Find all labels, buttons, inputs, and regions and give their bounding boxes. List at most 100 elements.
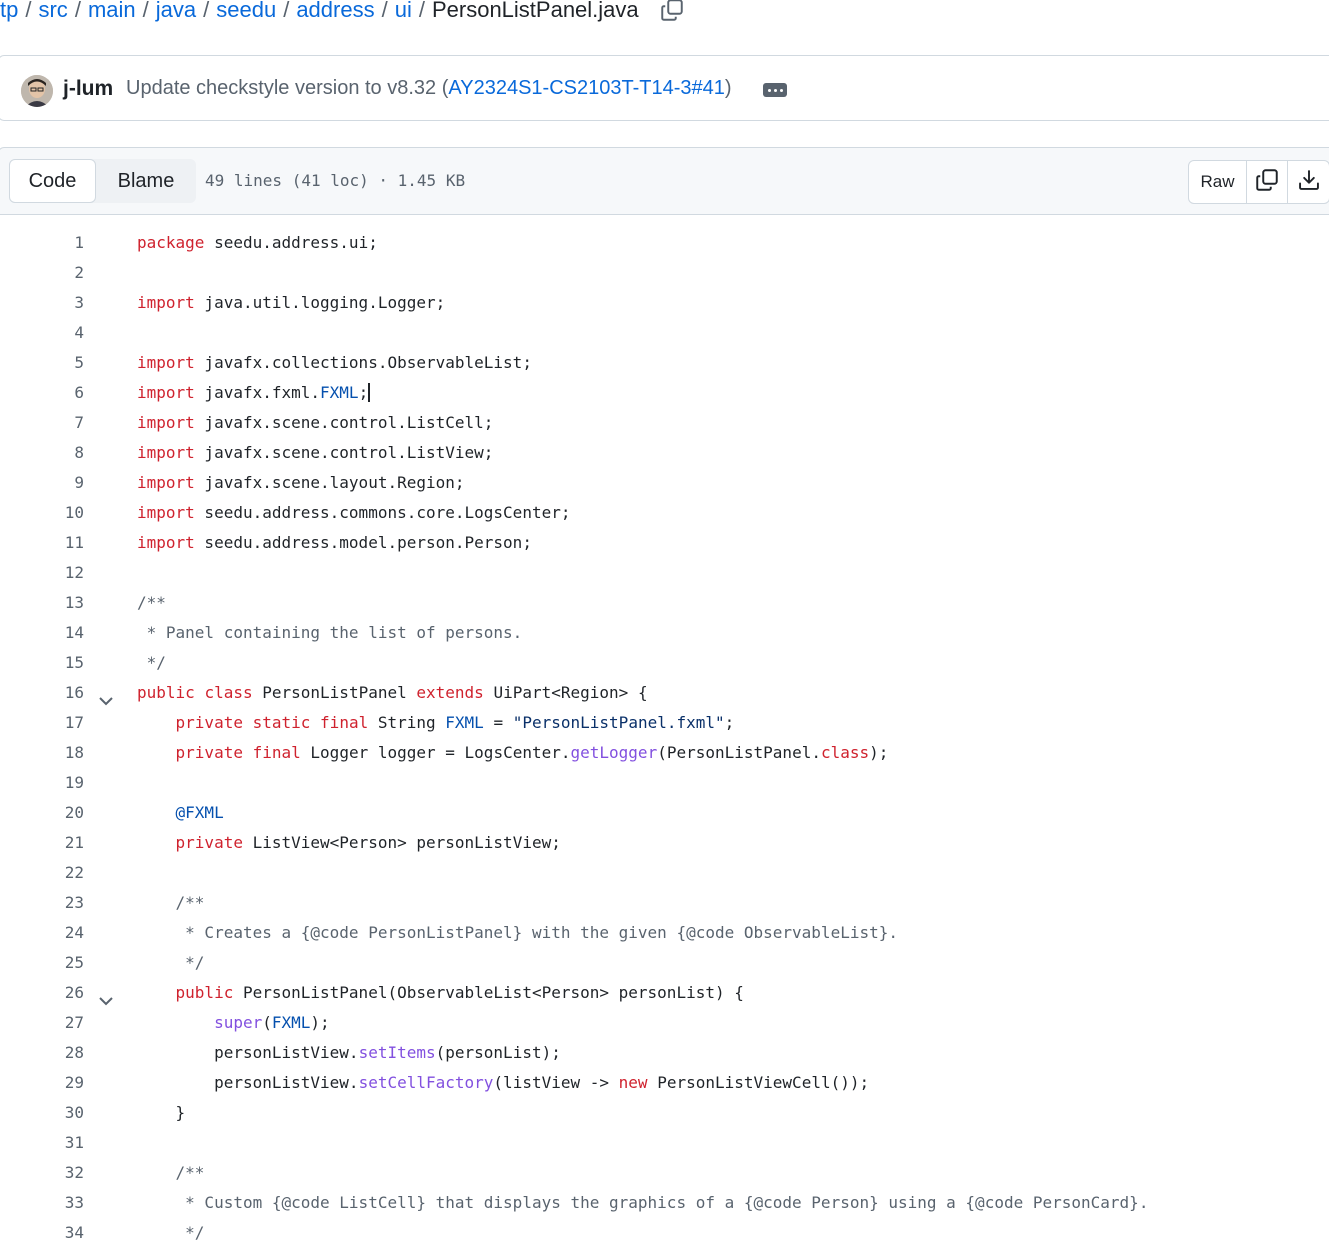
code-line: 12 <box>0 558 1329 588</box>
code-line: 11 import seedu.address.model.person.Pers… <box>0 528 1329 558</box>
line-number[interactable]: 18 <box>0 738 84 768</box>
copy-icon <box>1255 168 1279 197</box>
line-number[interactable]: 28 <box>0 1038 84 1068</box>
tab-code[interactable]: Code <box>9 159 96 203</box>
code-line: 9 import javafx.scene.layout.Region; <box>0 468 1329 498</box>
breadcrumb-separator: / <box>381 0 388 22</box>
commit-message-end: ) <box>724 77 732 99</box>
line-number[interactable]: 3 <box>0 288 84 318</box>
line-code: * Panel containing the list of persons. <box>137 623 523 642</box>
code-line: 23 /** <box>0 888 1329 918</box>
code-line: 22 <box>0 858 1329 888</box>
view-mode-toggle: Code Blame <box>9 159 196 203</box>
line-code: private ListView<Person> personListView; <box>175 833 561 852</box>
chevron-down-icon[interactable] <box>98 987 114 1006</box>
chevron-down-icon[interactable] <box>98 687 114 706</box>
line-number[interactable]: 29 <box>0 1068 84 1098</box>
breadcrumb-link-java[interactable]: java <box>156 0 196 22</box>
line-number[interactable]: 20 <box>0 798 84 828</box>
line-code: import seedu.address.model.person.Person… <box>137 533 532 552</box>
line-number[interactable]: 9 <box>0 468 84 498</box>
line-number[interactable]: 12 <box>0 558 84 588</box>
line-number[interactable]: 6 <box>0 378 84 408</box>
code-line: 19 <box>0 768 1329 798</box>
line-number[interactable]: 27 <box>0 1008 84 1038</box>
line-number[interactable]: 11 <box>0 528 84 558</box>
code-line: 17 private static final String FXML = "P… <box>0 708 1329 738</box>
line-number[interactable]: 14 <box>0 618 84 648</box>
latest-commit-bar: j-lum Update checkstyle version to v8.32… <box>0 55 1329 121</box>
line-number[interactable]: 31 <box>0 1128 84 1158</box>
line-number[interactable]: 8 <box>0 438 84 468</box>
code-view[interactable]: 1 package seedu.address.ui; 2 3 import java.… <box>0 228 1329 1248</box>
line-code: import javafx.fxml.FXML; <box>137 383 371 402</box>
code-line: 31 <box>0 1128 1329 1158</box>
code-line: 27 super(FXML); <box>0 1008 1329 1038</box>
tab-blame[interactable]: Blame <box>96 159 196 203</box>
copy-path-icon[interactable] <box>659 0 685 23</box>
download-button[interactable] <box>1287 161 1329 203</box>
line-number[interactable]: 22 <box>0 858 84 888</box>
raw-button[interactable]: Raw <box>1189 161 1247 203</box>
line-code: } <box>137 1103 186 1122</box>
line-number[interactable]: 32 <box>0 1158 84 1188</box>
code-line: 30 } <box>0 1098 1329 1128</box>
line-code: */ <box>137 1223 205 1242</box>
line-code: super(FXML); <box>214 1013 330 1032</box>
breadcrumb-link-ui[interactable]: ui <box>395 0 412 22</box>
commit-message[interactable]: Update checkstyle version to v8.32 (AY23… <box>126 77 732 100</box>
line-code: * Creates a {@code PersonListPanel} with… <box>137 923 898 942</box>
line-number[interactable]: 15 <box>0 648 84 678</box>
breadcrumb-separator: / <box>203 0 210 22</box>
copy-raw-button[interactable] <box>1247 161 1287 203</box>
commit-author[interactable]: j-lum <box>63 77 113 101</box>
line-number[interactable]: 30 <box>0 1098 84 1128</box>
line-code: /** <box>137 593 166 612</box>
code-line: 2 <box>0 258 1329 288</box>
line-code: import javafx.collections.ObservableList… <box>137 353 532 372</box>
breadcrumb-link-seedu[interactable]: seedu <box>216 0 276 22</box>
line-code: public class PersonListPanel extends UiP… <box>137 683 648 702</box>
line-number[interactable]: 17 <box>0 708 84 738</box>
line-number[interactable]: 2 <box>0 258 84 288</box>
breadcrumb-link-src[interactable]: src <box>38 0 67 22</box>
avatar[interactable] <box>21 75 53 107</box>
code-line: 16 public class PersonListPanel extends U… <box>0 678 1329 708</box>
line-code: package seedu.address.ui; <box>137 233 378 252</box>
line-code: @FXML <box>175 803 224 822</box>
commit-pr-link[interactable]: AY2324S1-CS2103T-T14-3#41 <box>448 77 724 99</box>
line-code: private static final String FXML = "Pers… <box>175 713 735 732</box>
line-code: */ <box>137 653 166 672</box>
line-number[interactable]: 24 <box>0 918 84 948</box>
breadcrumb-link-main[interactable]: main <box>88 0 136 22</box>
line-number[interactable]: 23 <box>0 888 84 918</box>
line-number[interactable]: 33 <box>0 1188 84 1218</box>
code-line: 20 @FXML <box>0 798 1329 828</box>
kebab-horizontal-icon[interactable] <box>763 83 787 97</box>
line-number[interactable]: 10 <box>0 498 84 528</box>
breadcrumb-link-address[interactable]: address <box>296 0 374 22</box>
line-code: /** <box>137 893 205 912</box>
line-number[interactable]: 4 <box>0 318 84 348</box>
breadcrumb-items: tp / src / main / java / seedu / address / ui / <box>0 0 432 23</box>
code-line: 34 */ <box>0 1218 1329 1248</box>
line-code: import javafx.scene.control.ListView; <box>137 443 494 462</box>
line-number[interactable]: 26 <box>0 978 84 1008</box>
line-number[interactable]: 1 <box>0 228 84 258</box>
breadcrumb-separator: / <box>142 0 149 22</box>
line-number[interactable]: 16 <box>0 678 84 708</box>
line-number[interactable]: 5 <box>0 348 84 378</box>
line-number[interactable]: 13 <box>0 588 84 618</box>
line-number[interactable]: 7 <box>0 408 84 438</box>
line-number[interactable]: 19 <box>0 768 84 798</box>
commit-message-text[interactable]: Update checkstyle version to v8.32 ( <box>126 77 448 99</box>
code-line: 29 personListView.setCellFactory(listVie… <box>0 1068 1329 1098</box>
line-number[interactable]: 21 <box>0 828 84 858</box>
breadcrumb-link-tp[interactable]: tp <box>0 0 18 22</box>
code-line: 18 private final Logger logger = LogsCen… <box>0 738 1329 768</box>
line-code: private final Logger logger = LogsCenter… <box>175 743 889 762</box>
breadcrumb-separator: / <box>418 0 425 22</box>
line-number[interactable]: 25 <box>0 948 84 978</box>
line-number[interactable]: 34 <box>0 1218 84 1248</box>
breadcrumb-current-file: PersonListPanel.java <box>431 0 639 22</box>
